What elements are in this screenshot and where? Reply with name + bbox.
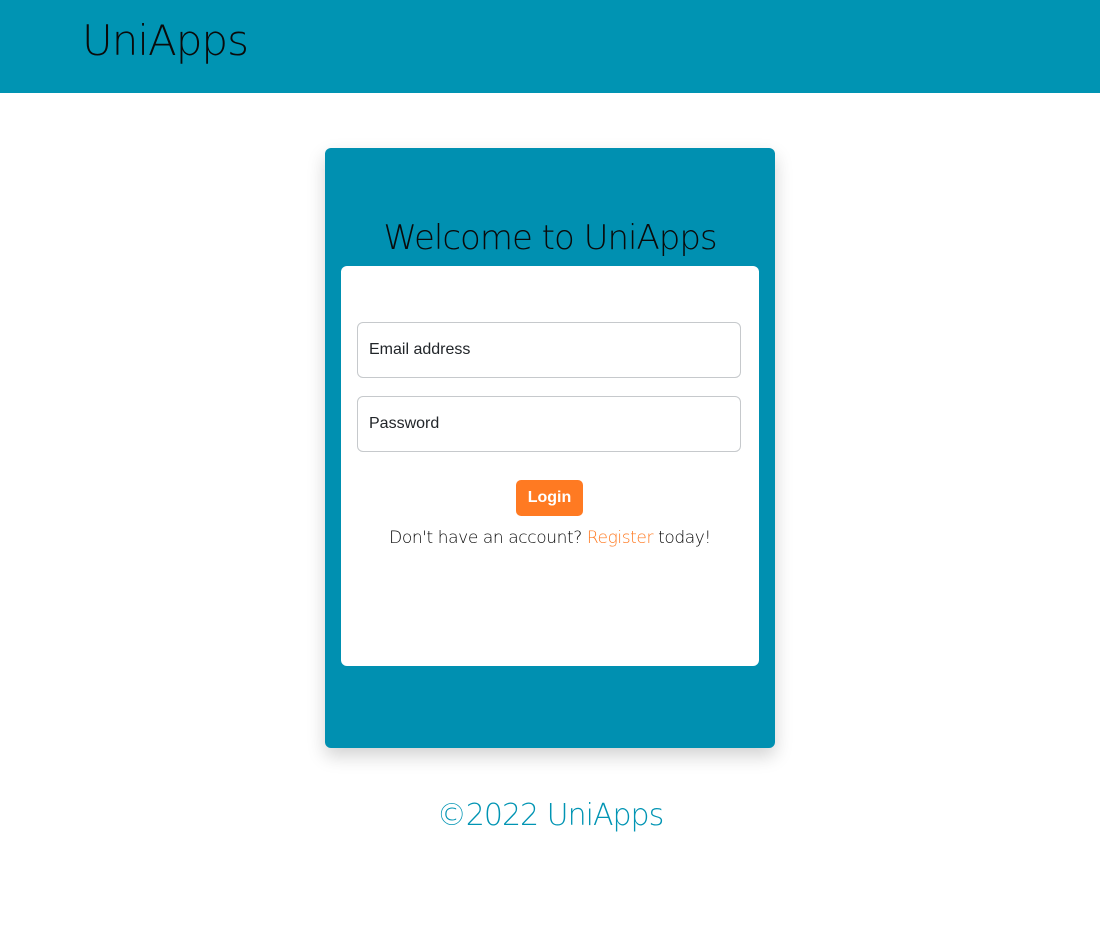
footer-copyright: ©2022 UniApps: [436, 798, 664, 833]
register-prompt-suffix: today!: [653, 528, 711, 548]
email-field[interactable]: [357, 322, 741, 378]
welcome-title: Welcome to UniApps: [383, 217, 717, 258]
register-link[interactable]: Register: [587, 528, 654, 548]
login-page: UniApps Welcome to UniApps Login Don't h…: [0, 0, 1100, 943]
register-prompt: Don't have an account? Register today!: [0, 528, 1100, 548]
login-button[interactable]: Login: [516, 480, 583, 516]
brand-logo[interactable]: UniApps: [82, 17, 249, 64]
register-prompt-prefix: Don't have an account?: [389, 528, 587, 548]
password-field[interactable]: [357, 396, 741, 452]
top-navbar: UniApps: [0, 0, 1100, 93]
password-input[interactable]: [358, 397, 740, 451]
email-input[interactable]: [358, 323, 740, 377]
